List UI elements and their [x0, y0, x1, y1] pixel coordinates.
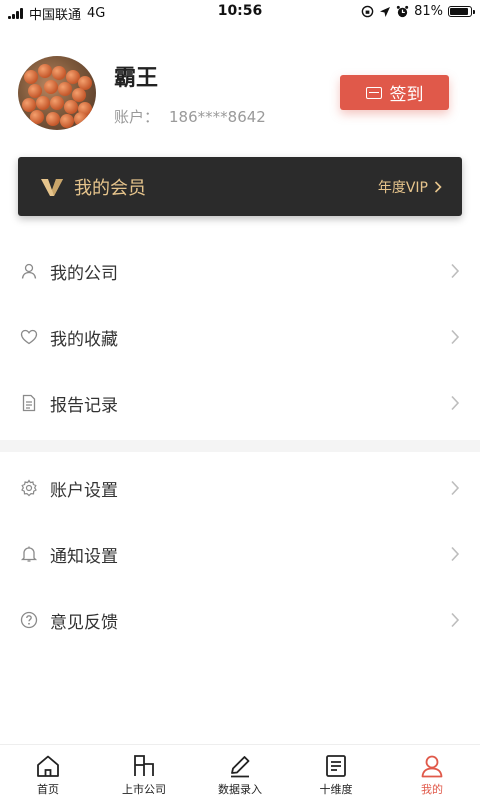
checkin-label: 签到: [389, 85, 424, 105]
account-label: 账户：: [114, 108, 160, 126]
nav-ten-dimensions[interactable]: 十维度: [288, 745, 384, 800]
nav-label: 首页: [37, 783, 59, 796]
avatar-photo-detail: [38, 64, 52, 78]
alarm-icon: [396, 5, 409, 18]
avatar-photo-detail: [60, 114, 74, 128]
chevron-right-icon: [451, 480, 460, 496]
menu-item-notification-settings[interactable]: 通知设置: [0, 521, 480, 587]
nav-label: 数据录入: [218, 783, 262, 796]
checkin-button[interactable]: 签到: [340, 75, 449, 110]
chevron-right-icon: [451, 263, 460, 279]
menu-label: 我的公司: [50, 263, 118, 284]
vip-level: 年度VIP: [378, 177, 442, 197]
user-icon: [21, 263, 37, 279]
nav-label: 上市公司: [122, 783, 166, 796]
chevron-right-icon: [451, 546, 460, 562]
question-icon: [20, 611, 38, 629]
avatar-photo-detail: [50, 96, 64, 110]
vip-v-icon: [41, 178, 63, 196]
menu-label: 我的收藏: [50, 329, 118, 350]
nav-data-entry[interactable]: 数据录入: [192, 745, 288, 800]
section-divider: [0, 440, 480, 452]
avatar[interactable]: [18, 56, 96, 130]
document-icon: [22, 394, 36, 412]
nav-label: 十维度: [319, 783, 353, 796]
nav-listed-companies[interactable]: 上市公司: [96, 745, 192, 800]
listed-company-icon: [134, 755, 154, 776]
username: 霸王: [114, 66, 159, 91]
avatar-photo-detail: [44, 80, 58, 94]
bottom-nav: 首页 上市公司 数据录入 十维度 我的: [0, 744, 480, 800]
menu-label: 意见反馈: [50, 612, 118, 633]
nav-label: 我的: [421, 783, 443, 796]
avatar-photo-detail: [64, 100, 78, 114]
avatar-photo-detail: [24, 70, 38, 84]
profile-screen: 中国联通 4G 10:56 81% 霸王 账户： 186****8642 签到 …: [0, 0, 480, 800]
rotation-lock-icon: [361, 5, 374, 18]
menu-label: 通知设置: [50, 546, 118, 567]
notepad-icon: [326, 755, 346, 777]
gear-icon: [21, 479, 37, 497]
status-bar: 中国联通 4G 10:56 81%: [0, 0, 480, 24]
avatar-photo-detail: [30, 110, 44, 124]
location-icon: [380, 6, 391, 17]
chevron-right-icon: [451, 329, 460, 345]
card-icon: [365, 86, 382, 99]
menu-item-account-settings[interactable]: 账户设置: [0, 455, 480, 521]
battery-percent: 81%: [414, 4, 443, 19]
vip-title: 我的会员: [74, 177, 146, 199]
heart-icon: [20, 329, 38, 345]
menu-item-report-history[interactable]: 报告记录: [0, 370, 480, 436]
account-number: 186****8642: [169, 108, 266, 126]
menu-item-my-company[interactable]: 我的公司: [0, 238, 480, 304]
avatar-photo-detail: [58, 82, 72, 96]
profile-icon: [421, 755, 443, 778]
status-right: 81%: [361, 4, 475, 19]
pencil-icon: [231, 756, 250, 778]
avatar-photo-detail: [52, 66, 66, 80]
battery-icon: [448, 6, 475, 17]
home-icon: [37, 755, 59, 777]
menu-item-feedback[interactable]: 意见反馈: [0, 587, 480, 653]
bell-icon: [20, 546, 38, 562]
menu-label: 账户设置: [50, 480, 118, 501]
chevron-right-icon: [451, 395, 460, 411]
avatar-photo-detail: [36, 96, 50, 110]
chevron-right-icon: [434, 180, 442, 193]
vip-membership-bar[interactable]: 我的会员 年度VIP: [18, 157, 462, 216]
nav-mine[interactable]: 我的: [384, 745, 480, 800]
nav-home[interactable]: 首页: [0, 745, 96, 800]
chevron-right-icon: [451, 612, 460, 628]
avatar-photo-detail: [46, 112, 60, 126]
account-info: 账户： 186****8642: [114, 106, 276, 127]
vip-level-label: 年度VIP: [377, 179, 428, 196]
avatar-photo-detail: [74, 112, 88, 126]
menu-item-my-favorites[interactable]: 我的收藏: [0, 304, 480, 370]
menu-label: 报告记录: [50, 395, 118, 416]
